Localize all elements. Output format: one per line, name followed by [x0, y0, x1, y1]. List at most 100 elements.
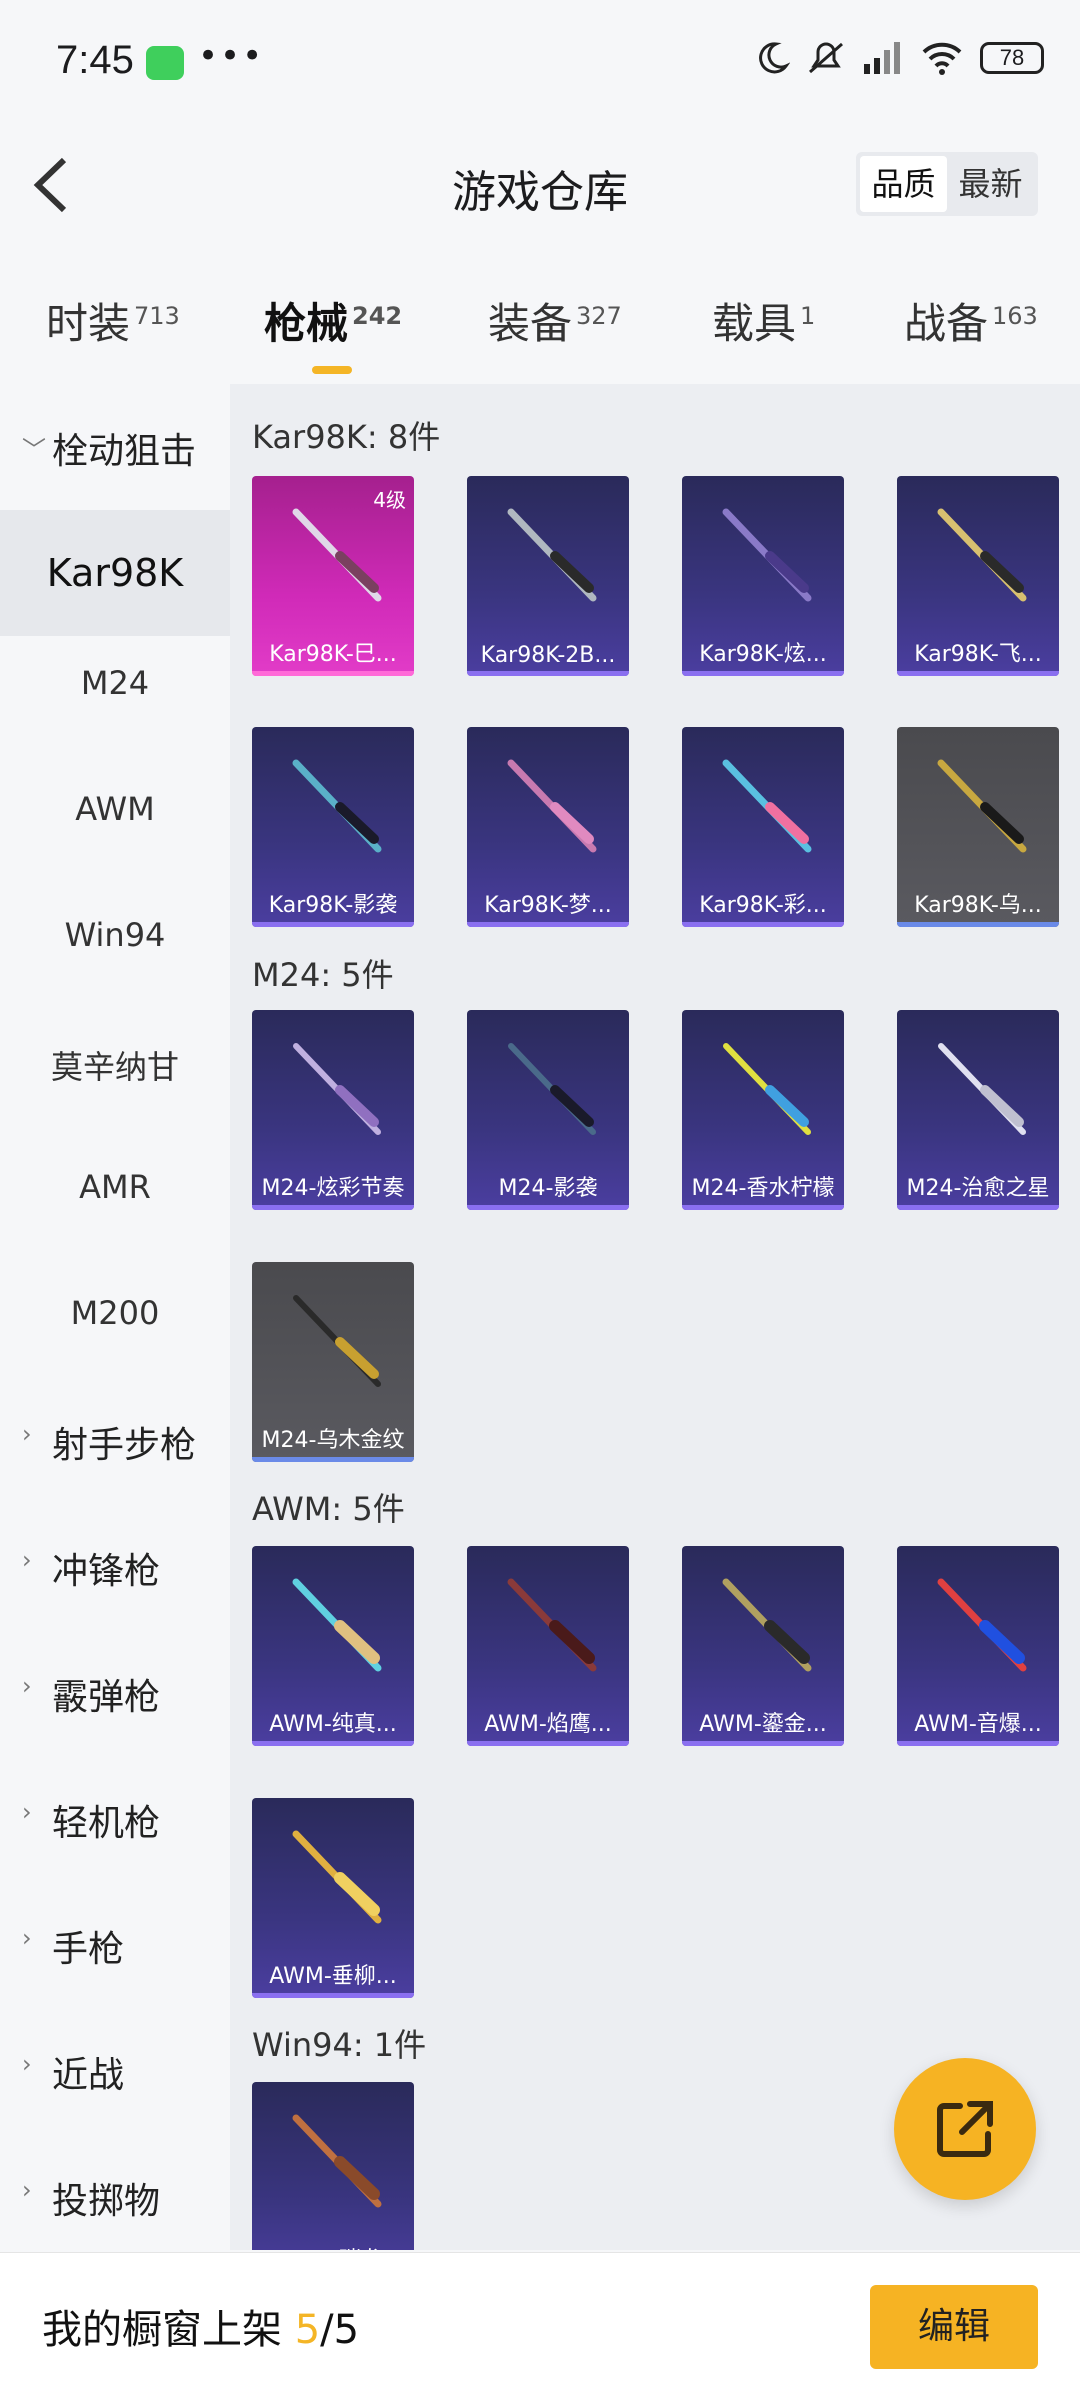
item-card[interactable]: Kar98K-乌...: [897, 727, 1059, 927]
edit-button[interactable]: 编辑: [870, 2285, 1038, 2369]
rifle-icon: [293, 1295, 381, 1387]
item-name: AWM-纯真...: [269, 1712, 397, 1737]
section-title: M24: 5件: [252, 956, 394, 994]
sidebar-item-amr[interactable]: AMR: [0, 1168, 230, 1206]
item-card[interactable]: Kar98K-炫...: [682, 476, 844, 676]
item-card[interactable]: 4级 Kar98K-巳...: [252, 476, 414, 676]
tab-guns[interactable]: 枪械 242: [264, 290, 403, 374]
item-card[interactable]: M24-炫彩节奏: [252, 1010, 414, 1210]
sidebar-item-kar98k[interactable]: Kar98K: [0, 510, 230, 636]
rifle-icon: [507, 759, 597, 853]
item-name: AWM-音爆...: [914, 1712, 1042, 1737]
tab-count: 713: [134, 302, 180, 330]
item-card[interactable]: Kar98K-影袭: [252, 727, 414, 927]
item-card[interactable]: Kar98K-飞...: [897, 476, 1059, 676]
sidebar-item-mosin[interactable]: 莫辛纳甘: [0, 1042, 230, 1088]
item-name: M24-炫彩节奏: [261, 1176, 405, 1201]
sidebar-item-win94[interactable]: Win94: [0, 916, 230, 954]
rifle-icon: [937, 508, 1027, 602]
rarity-bar: [252, 1993, 414, 1998]
item-name: Kar98K-影袭: [268, 893, 398, 918]
item-card[interactable]: Win94-瑞龙...: [252, 2082, 414, 2250]
sidebar-category-label: 霰弹枪: [52, 1677, 161, 1718]
item-name: AWM-垂柳...: [269, 1964, 397, 1989]
battery-indicator: 78: [980, 42, 1044, 74]
rarity-bar: [252, 922, 414, 927]
rifle-icon: [292, 508, 382, 602]
tab-equipment[interactable]: 装备 327: [488, 290, 622, 351]
tab-count: 242: [352, 302, 403, 330]
sort-toggle: 品质 最新: [856, 152, 1038, 216]
share-external-icon: [937, 2101, 993, 2157]
rarity-bar: [682, 1205, 844, 1210]
sidebar-category-dmr[interactable]: › 射手步枪: [0, 1416, 230, 1468]
sidebar-item-m24[interactable]: M24: [0, 664, 230, 702]
status-icons: 78: [754, 40, 1044, 76]
rifle-icon: [292, 759, 382, 853]
item-name: M24-乌木金纹: [261, 1428, 405, 1453]
sort-quality-button[interactable]: 品质: [860, 156, 947, 212]
item-card[interactable]: Kar98K-彩...: [682, 727, 844, 927]
item-name: Kar98K-2B...: [480, 643, 616, 668]
sidebar-category-throwable[interactable]: › 投掷物: [0, 2172, 230, 2224]
sidebar-category-smg[interactable]: › 冲锋枪: [0, 1542, 230, 1594]
sidebar-category-bolt-action[interactable]: ﹀ 栓动狙击: [0, 422, 230, 474]
rarity-bar: [252, 1741, 414, 1746]
chevron-right-icon: ›: [22, 1546, 32, 1574]
tab-label: 战备: [904, 299, 989, 348]
item-card[interactable]: M24-乌木金纹: [252, 1262, 414, 1462]
tab-skins[interactable]: 时装 713: [46, 290, 180, 351]
sidebar-category-shotgun[interactable]: › 霰弹枪: [0, 1668, 230, 1720]
rarity-bar: [682, 671, 844, 676]
sidebar-item-m200[interactable]: M200: [0, 1294, 230, 1332]
showcase-total: /5: [320, 2307, 360, 2353]
item-name: M24-影袭: [498, 1176, 598, 1201]
more-notifications-icon: •••: [198, 36, 265, 76]
item-card[interactable]: M24-香水柠檬: [682, 1010, 844, 1210]
sidebar-category-label: 手枪: [52, 1929, 125, 1970]
wechat-icon: [146, 46, 184, 80]
item-card[interactable]: M24-影袭: [467, 1010, 629, 1210]
tab-count: 327: [576, 302, 622, 330]
item-card[interactable]: M24-治愈之星: [897, 1010, 1059, 1210]
tab-vehicles[interactable]: 载具 1: [712, 290, 815, 351]
tab-label: 时装: [46, 299, 131, 348]
sidebar-category-label: 射手步枪: [52, 1425, 197, 1466]
item-card[interactable]: AWM-鎏金...: [682, 1546, 844, 1746]
item-name: AWM-焰鹰...: [484, 1712, 612, 1737]
item-name: Kar98K-彩...: [699, 893, 827, 918]
rifle-icon: [293, 1043, 381, 1135]
rifle-icon: [507, 508, 597, 602]
section-title: Kar98K: 8件: [252, 418, 441, 456]
category-tabs: 时装 713 枪械 242 装备 327 载具 1 战备 163: [0, 270, 1080, 374]
item-card[interactable]: AWM-音爆...: [897, 1546, 1059, 1746]
sidebar-item-awm[interactable]: AWM: [0, 790, 230, 828]
chevron-down-icon: ﹀: [22, 436, 46, 464]
header: 游戏仓库 品质 最新: [0, 130, 1080, 240]
item-name: M24-治愈之星: [906, 1176, 1050, 1201]
rifle-icon: [722, 1578, 812, 1672]
share-button[interactable]: [894, 2058, 1036, 2200]
rarity-bar: [897, 671, 1059, 676]
item-card[interactable]: AWM-垂柳...: [252, 1798, 414, 1998]
tab-count: 1: [800, 302, 816, 330]
sidebar-category-pistol[interactable]: › 手枪: [0, 1920, 230, 1972]
rifle-icon: [938, 1043, 1026, 1135]
section-title: Win94: 1件: [252, 2026, 427, 2064]
item-card[interactable]: AWM-纯真...: [252, 1546, 414, 1746]
mute-icon: [809, 42, 843, 74]
item-card[interactable]: AWM-焰鹰...: [467, 1546, 629, 1746]
item-name: Kar98K-飞...: [914, 642, 1042, 667]
section-title: AWM: 5件: [252, 1490, 405, 1528]
chevron-right-icon: ›: [22, 1798, 32, 1826]
sort-newest-button[interactable]: 最新: [947, 156, 1034, 212]
wifi-icon: [922, 42, 962, 75]
tab-label: 载具: [712, 299, 797, 348]
item-name: Win94-瑞龙...: [252, 2242, 414, 2250]
tab-gear[interactable]: 战备 163: [904, 290, 1038, 351]
sidebar-category-melee[interactable]: › 近战: [0, 2046, 230, 2098]
item-card[interactable]: Kar98K-2B...: [467, 476, 629, 676]
sidebar-category-lmg[interactable]: › 轻机枪: [0, 1794, 230, 1846]
rarity-bar: [467, 671, 629, 676]
item-card[interactable]: Kar98K-梦...: [467, 727, 629, 927]
